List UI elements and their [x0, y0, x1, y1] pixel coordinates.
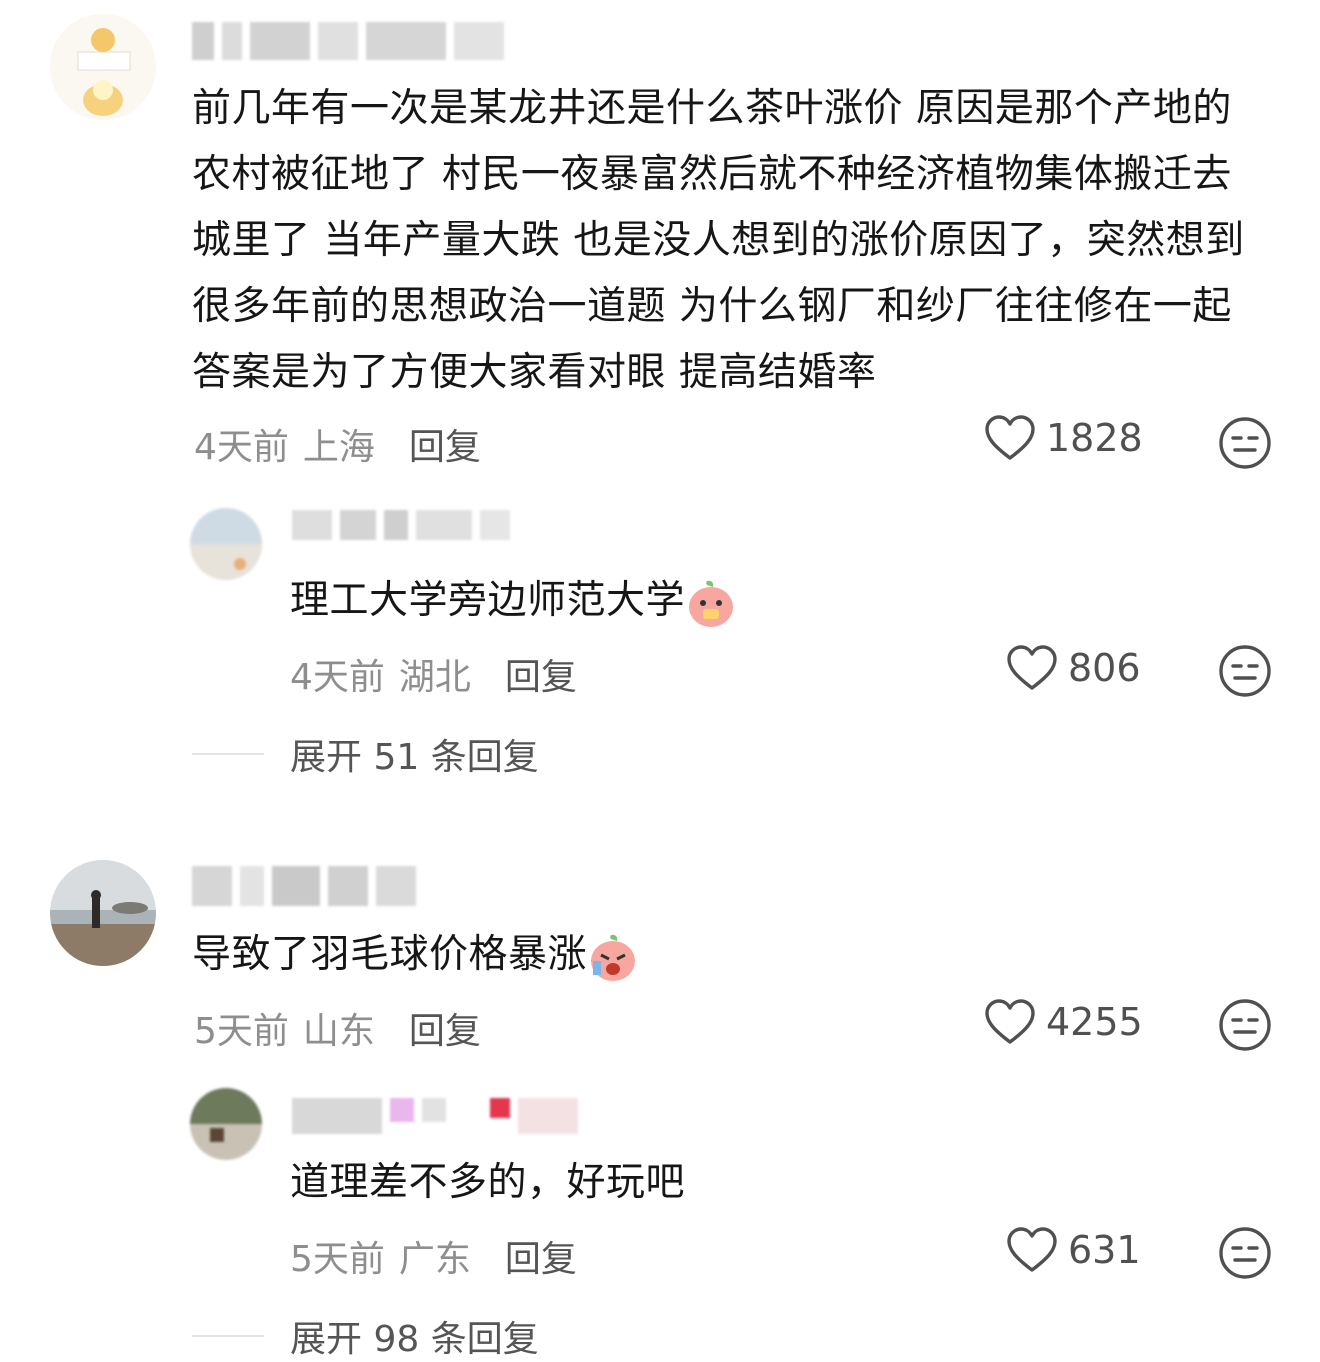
reply-meta: 4天前 湖北 回复 — [290, 648, 577, 700]
reply-location: 湖北 — [398, 657, 471, 698]
avatar-image — [190, 1088, 262, 1160]
reply-time: 5天前 — [290, 1239, 385, 1280]
expand-label: 展开 98 条回复 — [290, 1319, 539, 1360]
reply-location: 广东 — [398, 1239, 471, 1280]
expand-label: 展开 51 条回复 — [290, 737, 539, 778]
heart-outline-icon — [1007, 645, 1057, 690]
reply-button[interactable]: 回复 — [505, 648, 577, 700]
avatar-illustration — [50, 14, 156, 120]
comment-meta: 5天前 山东 回复 — [194, 1002, 481, 1054]
like-button[interactable]: 1828 — [984, 414, 1143, 462]
reply-meta: 5天前 广东 回复 — [290, 1230, 577, 1282]
comment-time: 4天前 — [194, 427, 289, 468]
like-count: 806 — [1068, 646, 1141, 690]
reply-username-redacted[interactable] — [292, 1098, 578, 1134]
neutral-face-icon[interactable] — [1218, 644, 1272, 698]
reply-username-redacted[interactable] — [292, 510, 510, 540]
comment-location: 山东 — [302, 1011, 375, 1052]
reply-text: 理工大学旁边师范大学 — [290, 568, 737, 634]
crying-peach-sticker-emoji — [591, 934, 636, 981]
expand-replies-button[interactable]: 展开 51 条回复 — [192, 728, 539, 780]
reply-text: 道理差不多的，好玩吧 — [290, 1160, 686, 1205]
user-avatar[interactable] — [50, 14, 156, 120]
avatar-image — [190, 508, 262, 580]
reply-like-button[interactable]: 806 — [1006, 644, 1141, 692]
comment-text: 前几年有一次是某龙井还是什么茶叶涨价 原因是那个产地的农村被征地了 村民一夜暴富… — [192, 86, 1245, 395]
username-redacted[interactable] — [192, 22, 504, 60]
neutral-face-icon[interactable] — [1218, 416, 1272, 470]
comment-time: 5天前 — [194, 1011, 289, 1052]
user-avatar[interactable] — [50, 860, 156, 966]
neutral-face-icon[interactable] — [1218, 998, 1272, 1052]
heart-outline-icon — [985, 415, 1035, 460]
divider — [192, 1335, 264, 1337]
reply-button[interactable]: 回复 — [505, 1230, 577, 1282]
expand-replies-button[interactable]: 展开 98 条回复 — [192, 1310, 539, 1362]
like-button[interactable]: 4255 — [984, 998, 1143, 1046]
neutral-face-icon[interactable] — [1218, 1226, 1272, 1280]
peach-sticker-emoji — [689, 580, 734, 627]
comment-location: 上海 — [302, 427, 375, 468]
comment-meta: 4天前 上海 回复 — [194, 418, 481, 470]
reply-user-avatar[interactable] — [190, 1088, 262, 1160]
like-count: 1828 — [1046, 416, 1143, 460]
reply-button[interactable]: 回复 — [409, 1002, 481, 1054]
reply-time: 4天前 — [290, 657, 385, 698]
username-redacted[interactable] — [192, 866, 416, 906]
reply-button[interactable]: 回复 — [409, 418, 481, 470]
comment-text: 导致了羽毛球价格暴涨 — [192, 922, 639, 988]
like-count: 631 — [1068, 1228, 1141, 1272]
heart-outline-icon — [985, 999, 1035, 1044]
divider — [192, 753, 264, 755]
avatar-beach-photo — [50, 860, 156, 966]
like-count: 4255 — [1046, 1000, 1143, 1044]
heart-outline-icon — [1007, 1227, 1057, 1272]
reply-user-avatar[interactable] — [190, 508, 262, 580]
reply-like-button[interactable]: 631 — [1006, 1226, 1141, 1274]
